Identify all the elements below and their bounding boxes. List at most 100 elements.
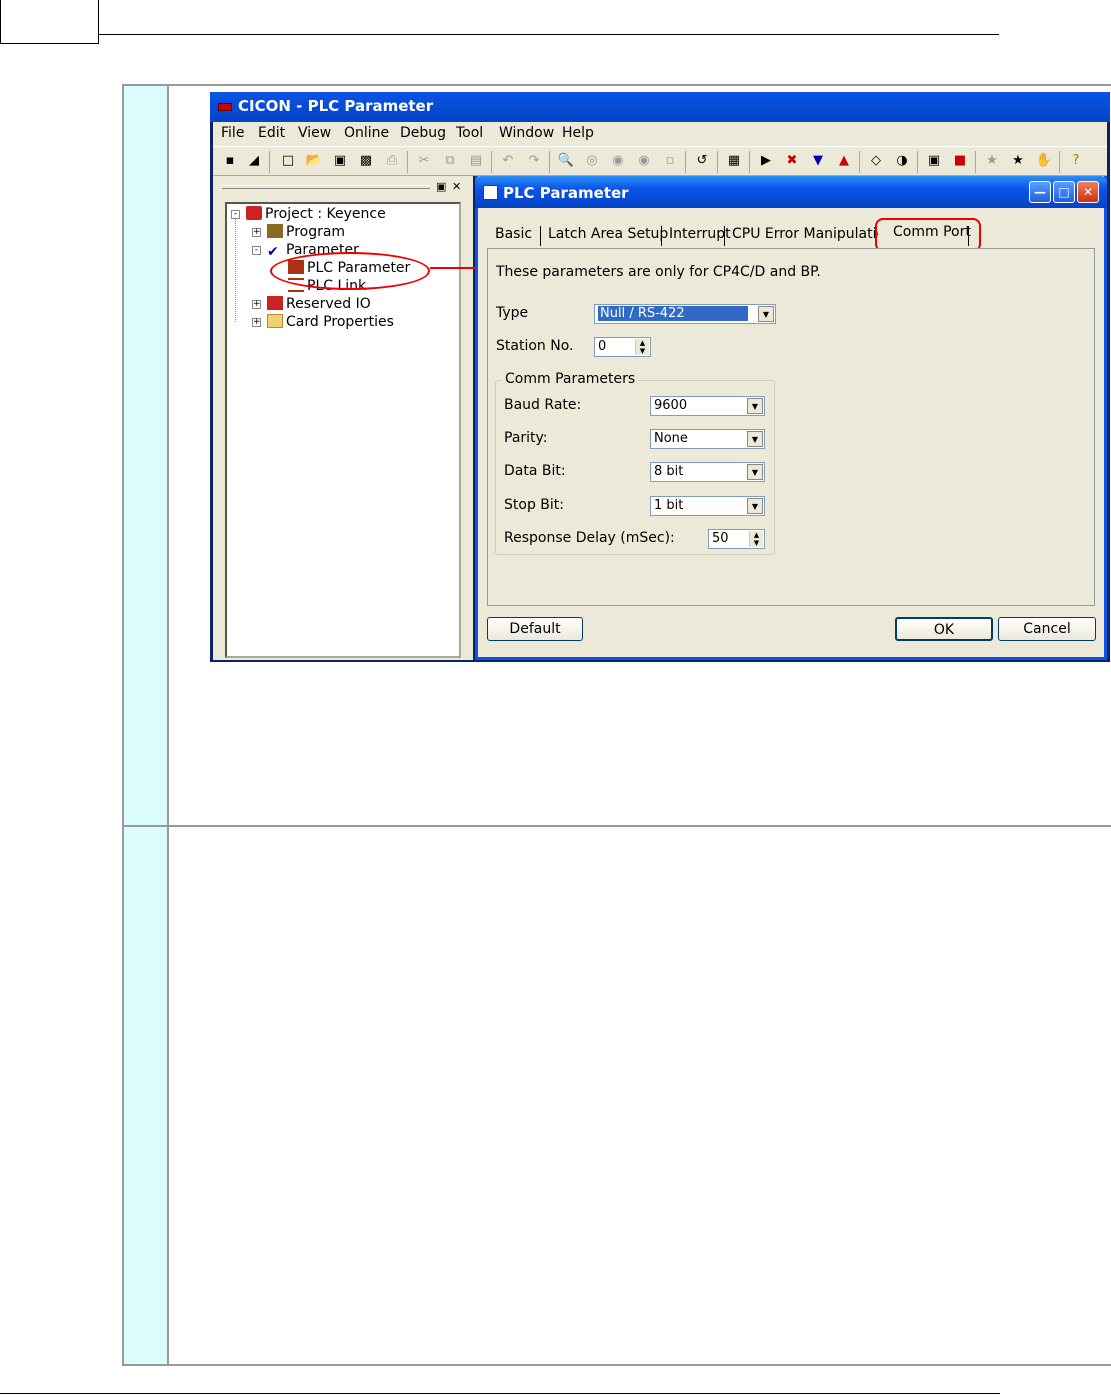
chevron-down-icon[interactable]: ▼ [747,464,763,480]
save-all-icon[interactable]: ▩ [357,152,375,170]
help-icon[interactable]: ? [1067,152,1085,170]
menu-view[interactable]: View [298,125,331,141]
station-stepper[interactable]: 0 ▲ ▼ [594,337,651,357]
ok-button[interactable]: OK [895,617,993,641]
calendar-icon[interactable]: ▦ [725,152,743,170]
app-title: CICON - PLC Parameter [238,97,434,115]
find-icon[interactable]: 🔍 [557,152,575,170]
open-project-icon[interactable]: ◢ [245,152,263,170]
table-bottom-border [122,1364,1111,1366]
tab-latch-area-setup[interactable]: Latch Area Setup [544,226,672,248]
parity-value: None [654,431,688,446]
chevron-down-icon[interactable]: ▼ [747,398,763,414]
jump-icon[interactable]: ↺ [693,152,711,170]
toolbar-separator [685,151,686,173]
response-delay-stepper[interactable]: 50 ▲ ▼ [708,529,765,549]
stop-icon[interactable]: ■ [951,152,969,170]
project-icon [246,206,262,220]
tab-basic[interactable]: Basic [491,226,536,248]
maximize-icon[interactable]: □ [1053,181,1075,203]
tree-item-label: Project : Keyence [265,206,386,222]
tree-item-reserved-io[interactable]: Reserved IO [267,296,371,312]
tree-expand-icon[interactable]: + [252,318,261,327]
type-select[interactable]: Null / RS-422 ▼ [594,304,776,324]
run-icon[interactable]: ★ [1009,152,1027,170]
replace-all-icon[interactable]: ◉ [635,152,653,170]
parity-select[interactable]: None ▼ [650,429,765,449]
tree-collapse-icon[interactable]: - [252,246,261,255]
pane-gripper[interactable] [222,185,430,189]
tree-expand-icon[interactable]: + [252,300,261,309]
baud-rate-select[interactable]: 9600 ▼ [650,396,765,416]
tree-item-card-properties[interactable]: Card Properties [267,314,394,330]
tree-item-program[interactable]: Program [267,224,345,240]
spin-arrows-icon[interactable]: ▲ ▼ [749,531,763,547]
checkmark-icon: ✔ [267,244,279,260]
active-tab-highlight [875,218,981,252]
menu-debug[interactable]: Debug [400,125,446,141]
erase-icon[interactable]: ◇ [867,152,885,170]
default-button[interactable]: Default [487,617,583,641]
tab-divider [661,226,662,246]
app-icon [218,103,232,111]
pane-close-icon[interactable]: ✕ [452,180,461,193]
print-icon[interactable]: ⎙ [383,152,401,170]
connect-icon[interactable]: ▶ [757,152,775,170]
new-file-icon[interactable]: □ [279,152,297,170]
menu-window[interactable]: Window [499,125,554,141]
stop-bit-select[interactable]: 1 bit ▼ [650,496,765,516]
menu-tool[interactable]: Tool [456,125,483,141]
delay-value: 50 [712,531,729,546]
upload-icon[interactable]: ▲ [835,152,853,170]
chevron-down-icon[interactable]: ▼ [747,431,763,447]
pause-hand-icon[interactable]: ✋ [1035,152,1053,170]
download-icon[interactable]: ▼ [809,152,827,170]
data-bit-select[interactable]: 8 bit ▼ [650,462,765,482]
highlight-ellipse [270,252,430,290]
tab-cpu-error-manipulation[interactable]: CPU Error Manipulation [728,226,878,248]
redo-icon[interactable]: ↷ [525,152,543,170]
station-label: Station No. [496,338,574,354]
table-col-divider [167,84,169,1366]
toolbar-separator [407,151,408,173]
compare-icon[interactable]: ◑ [893,152,911,170]
goto-icon[interactable]: ▫ [661,152,679,170]
app-title-bar: CICON - PLC Parameter [210,92,1110,122]
type-value: Null / RS-422 [598,306,748,321]
find-next-icon[interactable]: ◎ [583,152,601,170]
replace-icon[interactable]: ◉ [609,152,627,170]
open-folder-icon[interactable]: 📂 [305,152,323,170]
cut-icon[interactable]: ✂ [415,152,433,170]
paste-icon[interactable]: ▤ [467,152,485,170]
parity-label: Parity: [504,430,548,446]
tree-expand-icon[interactable]: + [252,228,261,237]
new-project-icon[interactable]: ▪ [221,152,239,170]
minimize-icon[interactable]: — [1029,181,1051,203]
run-disabled-icon[interactable]: ★ [983,152,1001,170]
menu-edit[interactable]: Edit [258,125,285,141]
menu-file[interactable]: File [221,125,244,141]
chevron-down-icon[interactable]: ▼ [758,306,774,322]
header-box [0,0,99,44]
databit-label: Data Bit: [504,463,566,479]
toolbar-separator [491,151,492,173]
close-icon[interactable]: ✕ [1077,181,1099,203]
undo-icon[interactable]: ↶ [499,152,517,170]
disconnect-icon[interactable]: ✖ [783,152,801,170]
table-row-divider [122,825,1111,827]
tree-item-label: Card Properties [286,314,394,330]
toolbar-separator [549,151,550,173]
spin-arrows-icon[interactable]: ▲ ▼ [635,339,649,355]
monitor-icon[interactable]: ▣ [925,152,943,170]
pane-restore-icon[interactable]: ▣ [436,180,446,193]
menu-help[interactable]: Help [562,125,594,141]
chevron-down-icon[interactable]: ▼ [747,498,763,514]
toolbar-separator [917,151,918,173]
program-icon [267,224,283,238]
copy-icon[interactable]: ⧉ [441,152,459,170]
cancel-button[interactable]: Cancel [998,617,1096,641]
tree-collapse-icon[interactable]: - [231,210,240,219]
menu-online[interactable]: Online [344,125,389,141]
tree-item-project[interactable]: Project : Keyence [246,206,386,222]
save-icon[interactable]: ▣ [331,152,349,170]
